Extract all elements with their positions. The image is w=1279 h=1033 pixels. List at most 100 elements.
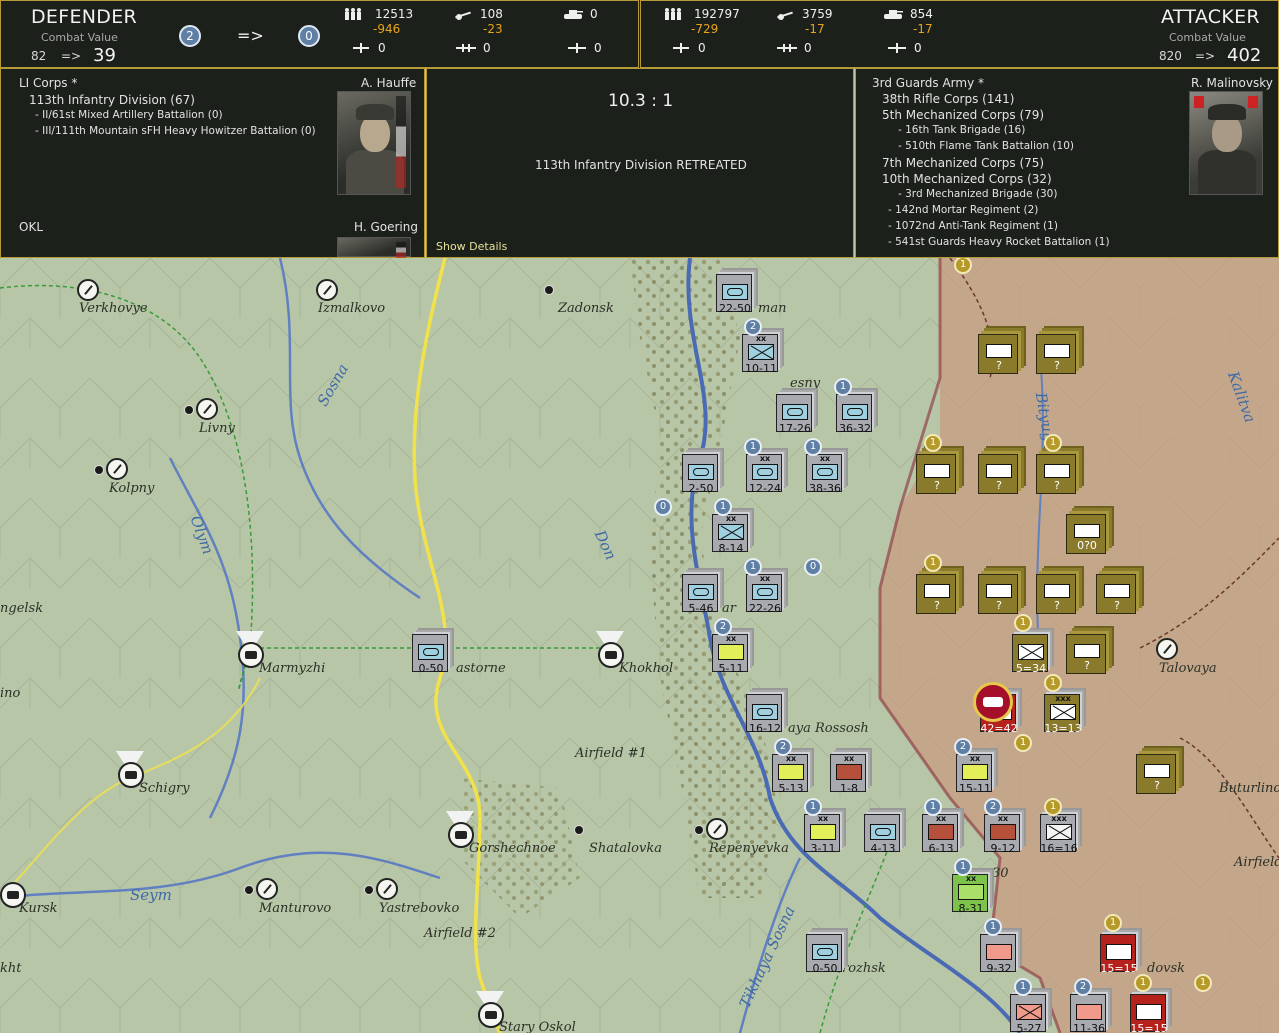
transport-plane-icon [567, 42, 587, 54]
hidden-unit-counter[interactable]: ? [978, 334, 1018, 374]
unit-counter[interactable]: 11-36 [1070, 994, 1106, 1033]
train-icon[interactable] [0, 882, 26, 908]
hidden-unit-counter[interactable]: ? [916, 574, 956, 614]
defender-cv-to: 39 [93, 45, 116, 66]
town-dot[interactable] [694, 825, 704, 835]
attacker-sub-unit[interactable]: - 1072nd Anti-Tank Regiment (1) [888, 220, 1058, 232]
hidden-unit-counter[interactable]: ? [1036, 334, 1076, 374]
town-dot[interactable] [364, 885, 374, 895]
train-icon[interactable] [448, 822, 474, 848]
hidden-unit-counter[interactable]: ? [916, 454, 956, 494]
unit-counter[interactable]: xx 12-24 [746, 454, 782, 495]
unit-counter[interactable]: xx 5-13 [772, 754, 808, 795]
unit-counter[interactable]: xx 15-11 [956, 754, 992, 795]
city-icon[interactable] [706, 818, 728, 840]
attacker-army[interactable]: 3rd Guards Army * [872, 76, 984, 90]
place-label: aya Rossosh [788, 721, 869, 736]
hidden-unit-counter[interactable]: ? [1096, 574, 1136, 614]
unit-badge: 1 [954, 858, 972, 876]
hidden-unit-counter[interactable]: ? [1066, 634, 1106, 674]
unit-counter[interactable]: 36-32 [836, 394, 872, 435]
town-dot[interactable] [184, 405, 194, 415]
strategic-map[interactable]: Verkhovye Izmalkovo Zadonsk Livny Kolpny… [0, 258, 1279, 1033]
unit-counter[interactable]: 5-46 [682, 574, 718, 615]
hidden-unit-counter[interactable]: ? [1036, 454, 1076, 494]
town-dot[interactable] [574, 825, 584, 835]
unit-counter[interactable]: 17-26 [776, 394, 812, 435]
defender-fighters: 0 [351, 41, 386, 55]
unit-counter[interactable]: 15=15 [1100, 934, 1138, 975]
city-icon[interactable] [106, 458, 128, 480]
hq-marker-icon[interactable] [973, 682, 1013, 722]
town-dot[interactable] [244, 885, 254, 895]
attacker-unit[interactable]: 38th Rifle Corps (141) [882, 92, 1014, 106]
show-details-link[interactable]: Show Details [436, 240, 507, 253]
place-label: Kolpny [109, 481, 155, 496]
unit-counter[interactable]: 9-32 [980, 934, 1016, 975]
city-icon[interactable] [256, 878, 278, 900]
unit-counter[interactable]: xx 8-31 [952, 874, 988, 915]
defender-division[interactable]: 113th Infantry Division (67) [29, 93, 195, 107]
attacker-bombers: 0 [777, 41, 812, 55]
train-icon[interactable] [118, 762, 144, 788]
city-icon[interactable] [77, 279, 99, 301]
defender-tanks: 0 [563, 7, 598, 21]
train-icon[interactable] [598, 642, 624, 668]
attacker-transports: 0 [887, 41, 922, 55]
defender-sub-unit[interactable]: - III/111th Mountain sFH Heavy Howitzer … [35, 125, 316, 137]
place-label: Verkhovye [79, 301, 148, 316]
city-icon[interactable] [376, 878, 398, 900]
defender-corps[interactable]: LI Corps * [19, 76, 77, 90]
attacker-unit[interactable]: 10th Mechanized Corps (32) [882, 172, 1052, 186]
unit-counter[interactable]: 5-27 [1010, 994, 1046, 1033]
attacker-sub-unit[interactable]: - 3rd Mechanized Brigade (30) [898, 188, 1057, 200]
hidden-unit-counter[interactable]: 0?0 [1066, 514, 1106, 554]
unit-counter[interactable]: 15=15 [1130, 994, 1168, 1033]
unit-counter[interactable]: 16-12 [746, 694, 782, 735]
unit-counter[interactable]: 22-50 [716, 274, 752, 315]
hidden-unit-counter[interactable]: ? [978, 574, 1018, 614]
city-icon[interactable] [196, 398, 218, 420]
unit-badge: 1 [1194, 974, 1212, 992]
attacker-cv-arrow: => [1195, 49, 1216, 63]
attacker-sub-unit[interactable]: - 510th Flame Tank Battalion (10) [898, 140, 1074, 152]
attacker-unit[interactable]: 5th Mechanized Corps (79) [882, 108, 1044, 122]
unit-counter[interactable]: xx 10-11 [742, 334, 778, 375]
attacker-unit[interactable]: 7th Mechanized Corps (75) [882, 156, 1044, 170]
unit-counter[interactable]: 5=34 [1012, 634, 1048, 675]
hidden-unit-counter[interactable]: ? [1136, 754, 1176, 794]
unit-counter[interactable]: xx 38-36 [806, 454, 842, 495]
place-label: rozhsk [842, 961, 886, 976]
attacker-sub-unit[interactable]: - 541st Guards Heavy Rocket Battalion (1… [888, 236, 1110, 248]
unit-counter[interactable]: 4-13 [864, 814, 900, 855]
attacker-sub-unit[interactable]: - 16th Tank Brigade (16) [898, 124, 1025, 136]
town-dot[interactable] [94, 465, 104, 475]
town-dot[interactable] [544, 285, 554, 295]
unit-counter[interactable]: xx 9-12 [984, 814, 1020, 855]
city-icon[interactable] [316, 279, 338, 301]
unit-counter[interactable]: xx 1-8 [830, 754, 866, 795]
unit-counter[interactable]: xx 8-14 [712, 514, 748, 555]
unit-counter[interactable]: 0-50 [412, 634, 448, 675]
attacker-cv-from: 820 [1159, 49, 1182, 63]
unit-counter[interactable]: 2-50 [682, 454, 718, 495]
unit-badge: 1 [1014, 614, 1032, 632]
unit-counter[interactable]: xx 3-11 [804, 814, 840, 855]
unit-badge: 1 [1134, 974, 1152, 992]
unit-counter[interactable]: xx 6-13 [922, 814, 958, 855]
city-icon[interactable] [1156, 638, 1178, 660]
defender-sub-unit[interactable]: - II/61st Mixed Artillery Battalion (0) [35, 109, 223, 121]
unit-counter[interactable]: xxx 13=13 [1044, 694, 1082, 735]
unit-counter[interactable]: xxx 16=16 [1040, 814, 1078, 855]
hidden-unit-counter[interactable]: ? [1036, 574, 1076, 614]
attacker-sub-unit[interactable]: - 142nd Mortar Regiment (2) [888, 204, 1038, 216]
hidden-unit-counter[interactable]: ? [978, 454, 1018, 494]
train-icon[interactable] [478, 1002, 504, 1028]
unit-counter[interactable]: xx 5-11 [712, 634, 748, 675]
unit-counter[interactable]: xx 22-26 [746, 574, 782, 615]
air-commander: H. Goering [354, 220, 418, 234]
place-label: Shatalovka [589, 841, 662, 856]
unit-counter[interactable]: 0-50 [806, 934, 842, 975]
unit-badge: 1 [1014, 734, 1032, 752]
train-icon[interactable] [238, 642, 264, 668]
